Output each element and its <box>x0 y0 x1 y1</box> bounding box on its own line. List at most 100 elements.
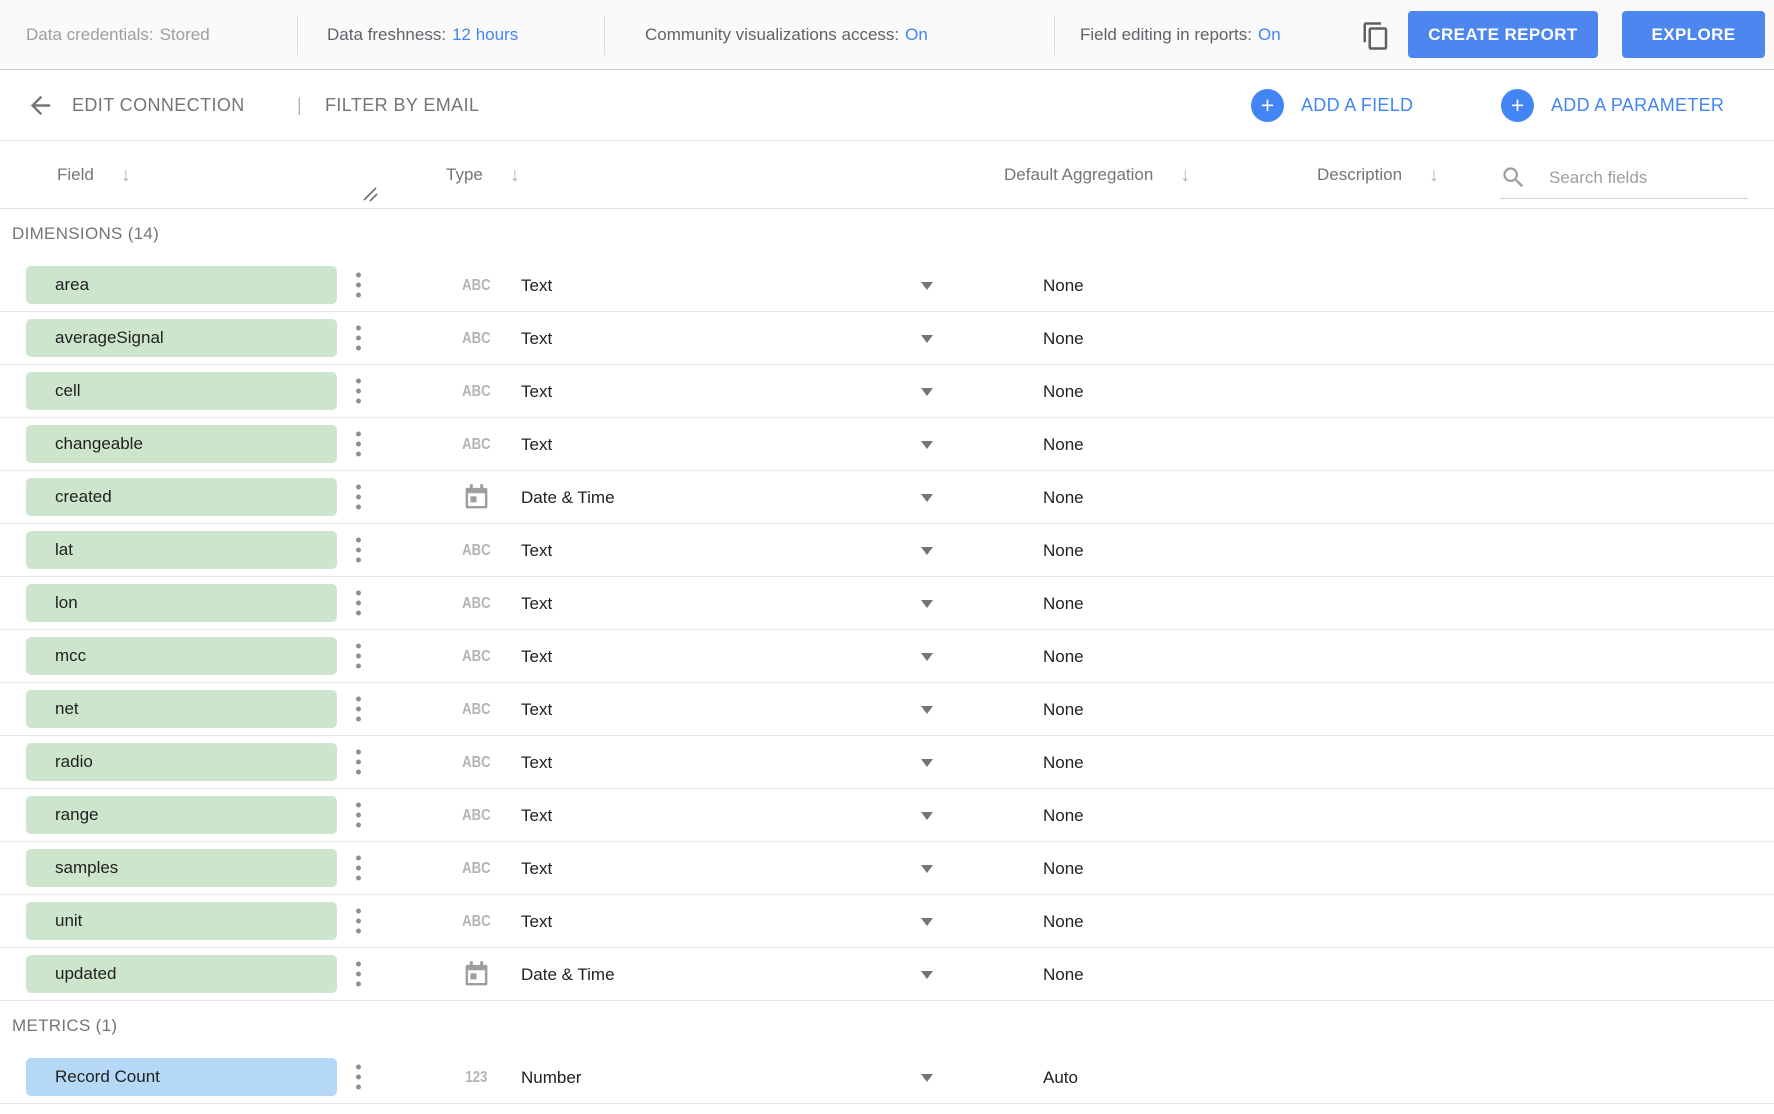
datetime-type-icon <box>462 960 491 989</box>
field-row: created ABC 123 Date & Time None <box>0 471 1774 524</box>
aggregation-select[interactable]: None <box>1043 736 1084 789</box>
aggregation-value: None <box>1043 435 1084 454</box>
add-a-parameter-label: ADD A PARAMETER <box>1551 95 1724 116</box>
aggregation-value: None <box>1043 329 1084 348</box>
column-header-field[interactable]: Field ↓ <box>57 141 131 209</box>
filter-by-email-link[interactable]: FILTER BY EMAIL <box>325 70 479 141</box>
type-label: Text <box>521 895 552 948</box>
aggregation-select[interactable]: None <box>1043 524 1084 577</box>
text-type-icon: ABC <box>462 277 490 295</box>
column-header-description[interactable]: Description ↓ <box>1317 141 1439 209</box>
field-type-select[interactable]: ABC 123 Date & Time <box>0 948 1774 1001</box>
field-type-select[interactable]: ABC 123 Text <box>0 789 1774 842</box>
section-header: METRICS (1) <box>0 1001 1774 1051</box>
aggregation-select[interactable]: None <box>1043 312 1084 365</box>
field-row: lat ABC 123 Text None <box>0 524 1774 577</box>
add-a-field-button[interactable]: + ADD A FIELD <box>1251 70 1413 141</box>
field-type-select[interactable]: ABC 123 Text <box>0 842 1774 895</box>
data-credentials-value: Stored <box>160 25 210 45</box>
column-header-type[interactable]: Type ↓ <box>446 141 520 209</box>
datetime-type-icon <box>462 483 491 512</box>
field-type-select[interactable]: ABC 123 Text <box>0 312 1774 365</box>
field-row: samples ABC 123 Text None <box>0 842 1774 895</box>
aggregation-select[interactable]: None <box>1043 895 1084 948</box>
data-freshness-value[interactable]: 12 hours <box>452 25 518 45</box>
column-header-aggregation[interactable]: Default Aggregation ↓ <box>1004 141 1190 209</box>
text-type-icon: ABC <box>462 648 490 666</box>
field-type-select[interactable]: ABC 123 Date & Time <box>0 471 1774 524</box>
aggregation-select[interactable]: None <box>1043 630 1084 683</box>
text-type-icon: ABC <box>462 807 490 825</box>
aggregation-select[interactable]: None <box>1043 948 1084 1001</box>
field-type-select[interactable]: ABC 123 Text <box>0 577 1774 630</box>
aggregation-value: None <box>1043 859 1084 878</box>
aggregation-value: None <box>1043 806 1084 825</box>
search-fields-input[interactable] <box>1549 168 1739 188</box>
field-editing-status: Field editing in reports: On <box>1080 0 1281 70</box>
dropdown-caret-icon <box>921 759 933 767</box>
field-row: radio ABC 123 Text None <box>0 736 1774 789</box>
aggregation-select[interactable]: None <box>1043 577 1084 630</box>
aggregation-select[interactable]: None <box>1043 471 1084 524</box>
topbar-divider <box>604 15 605 55</box>
explore-button[interactable]: EXPLORE <box>1622 11 1765 58</box>
field-type-select[interactable]: ABC 123 Text <box>0 736 1774 789</box>
plus-icon: + <box>1251 89 1284 122</box>
aggregation-value: Auto <box>1043 1068 1078 1087</box>
sort-down-icon: ↓ <box>1429 165 1439 185</box>
add-a-parameter-button[interactable]: + ADD A PARAMETER <box>1501 70 1724 141</box>
field-row: unit ABC 123 Text None <box>0 895 1774 948</box>
dropdown-caret-icon <box>921 812 933 820</box>
field-type-select[interactable]: ABC 123 Text <box>0 259 1774 312</box>
aggregation-value: None <box>1043 488 1084 507</box>
dropdown-caret-icon <box>921 441 933 449</box>
aggregation-select[interactable]: None <box>1043 365 1084 418</box>
dropdown-caret-icon <box>921 653 933 661</box>
field-type-select[interactable]: ABC 123 Text <box>0 365 1774 418</box>
field-type-select[interactable]: ABC 123 Text <box>0 630 1774 683</box>
dropdown-caret-icon <box>921 865 933 873</box>
field-table-header: Field ↓ Type ↓ Default Aggregation ↓ Des… <box>0 141 1774 209</box>
section-title: DIMENSIONS (14) <box>12 224 159 244</box>
aggregation-value: None <box>1043 912 1084 931</box>
field-editing-value[interactable]: On <box>1258 25 1281 45</box>
field-type-select[interactable]: ABC 123 Text <box>0 418 1774 471</box>
field-type-select[interactable]: ABC 123 Text <box>0 524 1774 577</box>
field-row: changeable ABC 123 Text None <box>0 418 1774 471</box>
back-button[interactable] <box>24 89 56 121</box>
create-report-button[interactable]: CREATE REPORT <box>1408 11 1598 58</box>
type-column-label: Type <box>446 165 483 185</box>
topbar-divider <box>297 15 298 55</box>
column-resize-handle[interactable] <box>361 185 379 203</box>
type-label: Text <box>521 524 552 577</box>
aggregation-select[interactable]: None <box>1043 789 1084 842</box>
copy-icon <box>1361 21 1391 51</box>
dropdown-caret-icon <box>921 918 933 926</box>
aggregation-value: None <box>1043 276 1084 295</box>
community-viz-value[interactable]: On <box>905 25 928 45</box>
field-type-select[interactable]: ABC 123 Text <box>0 683 1774 736</box>
search-icon <box>1500 164 1527 191</box>
type-label: Number <box>521 1051 581 1104</box>
aggregation-select[interactable]: None <box>1043 842 1084 895</box>
copy-datasource-icon[interactable] <box>1358 18 1394 54</box>
data-credentials-label: Data credentials: <box>26 25 154 45</box>
community-viz-label: Community visualizations access: <box>645 25 899 45</box>
aggregation-select[interactable]: Auto <box>1043 1051 1078 1104</box>
aggregation-select[interactable]: None <box>1043 259 1084 312</box>
text-type-icon: ABC <box>462 542 490 560</box>
add-a-field-label: ADD A FIELD <box>1301 95 1413 116</box>
type-label: Text <box>521 259 552 312</box>
aggregation-select[interactable]: None <box>1043 683 1084 736</box>
plus-icon: + <box>1501 89 1534 122</box>
text-type-icon: ABC <box>462 383 490 401</box>
sort-down-icon: ↓ <box>510 165 520 185</box>
field-type-select[interactable]: ABC 123 Text <box>0 895 1774 948</box>
type-label: Text <box>521 577 552 630</box>
topbar-divider <box>1054 15 1055 55</box>
aggregation-select[interactable]: None <box>1043 418 1084 471</box>
section-header: DIMENSIONS (14) <box>0 209 1774 259</box>
text-type-icon: ABC <box>462 436 490 454</box>
edit-connection-link[interactable]: EDIT CONNECTION <box>72 70 245 141</box>
field-type-select[interactable]: ABC 123 Number <box>0 1051 1774 1104</box>
